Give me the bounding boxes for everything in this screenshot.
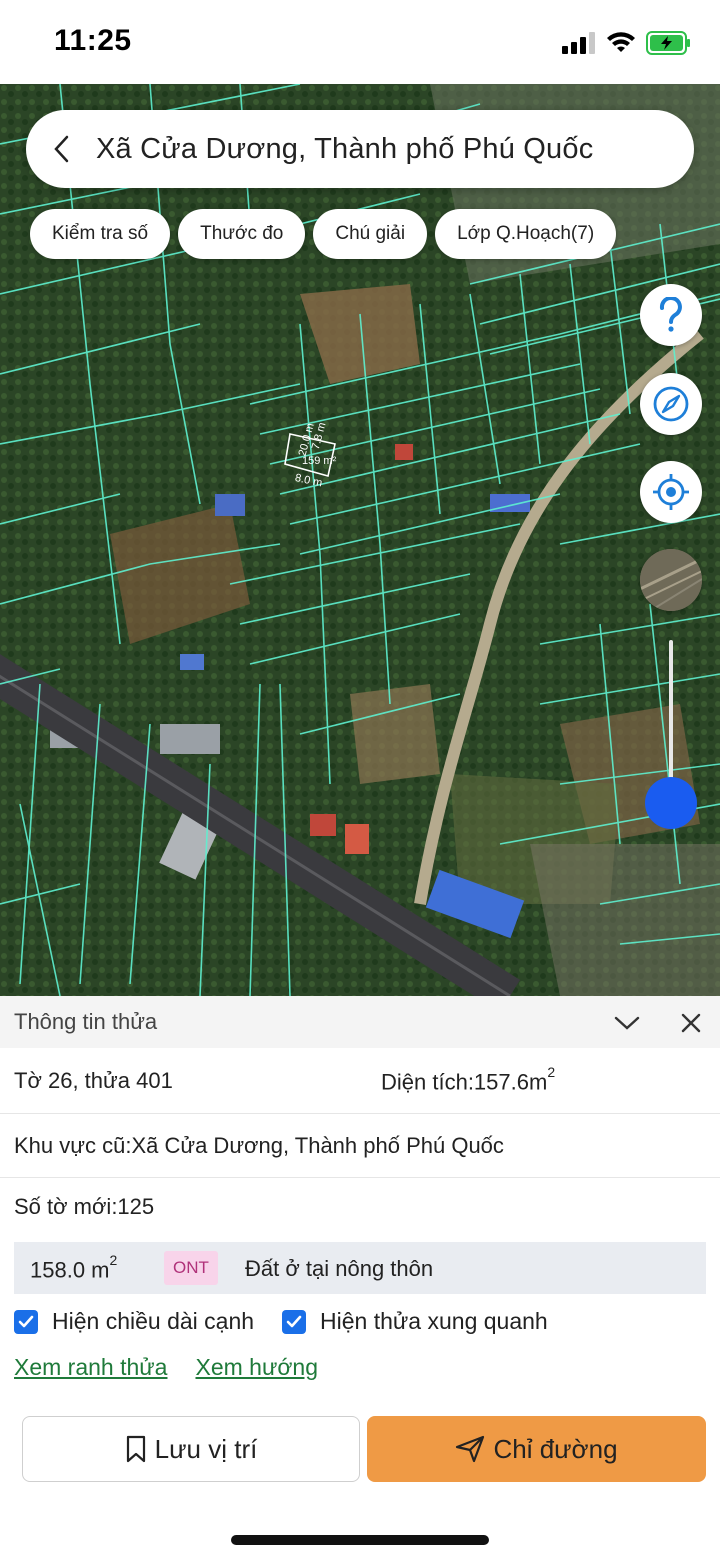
show-neighbors-label[interactable]: Hiện thửa xung quanh	[320, 1308, 548, 1335]
wifi-icon	[607, 32, 635, 52]
chip-measure[interactable]: Thước đo	[178, 209, 306, 259]
chip-planning-layer[interactable]: Lớp Q.Hoạch(7)	[435, 209, 617, 259]
display-options: Hiện chiều dài cạnh Hiện thửa xung quanh	[14, 1308, 576, 1335]
satellite-layer-icon	[640, 549, 702, 611]
area-unit-sup: 2	[547, 1064, 556, 1080]
panel-header: Thông tin thửa	[0, 996, 720, 1048]
view-direction-link[interactable]: Xem hướng	[195, 1354, 318, 1381]
directions-button[interactable]: Chỉ đường	[367, 1416, 706, 1482]
bookmark-icon	[126, 1435, 145, 1463]
show-neighbors-option[interactable]: Hiện thửa xung quanh	[282, 1308, 548, 1335]
signal-icon	[562, 32, 595, 54]
locate-button[interactable]	[640, 461, 702, 523]
new-sheet-row: Số tờ mới:125	[0, 1178, 720, 1236]
home-indicator[interactable]	[231, 1535, 489, 1545]
checkbox-checked-icon[interactable]	[282, 1309, 307, 1334]
parcel-row: Tờ 26, thửa 401 Diện tích:157.6m2	[0, 1048, 720, 1114]
land-use-type: Đất ở tại nông thôn	[245, 1256, 434, 1281]
help-icon	[659, 297, 682, 332]
search-bar[interactable]: Xã Cửa Dương, Thành phố Phú Quốc	[26, 110, 694, 188]
zoom-slider-handle[interactable]	[645, 777, 697, 829]
directions-label: Chỉ đường	[493, 1433, 618, 1464]
back-icon[interactable]	[26, 110, 96, 188]
layer-thumbnail[interactable]	[640, 549, 702, 611]
show-edge-length-option[interactable]: Hiện chiều dài cạnh	[14, 1308, 254, 1335]
parcel-info-panel: Thông tin thửa Tờ 26, thửa 401 Diện tích…	[0, 996, 720, 1558]
locate-icon	[653, 474, 689, 510]
chip-check-number[interactable]: Kiểm tra số	[30, 209, 171, 259]
chevron-down-icon[interactable]	[612, 1008, 642, 1038]
send-icon	[456, 1435, 485, 1463]
parcel-label-area: 159 m²	[302, 455, 337, 467]
status-bar: 11:25	[0, 0, 720, 84]
old-area-row: Khu vực cũ:Xã Cửa Dương, Thành phố Phú Q…	[0, 1114, 720, 1178]
compass-icon	[653, 386, 689, 422]
land-area-sup: 2	[109, 1252, 118, 1268]
chip-legend[interactable]: Chú giải	[313, 209, 428, 259]
view-boundary-link[interactable]: Xem ranh thửa	[14, 1354, 167, 1381]
land-use-row: 158.0 m2 ONT Đất ở tại nông thôn	[14, 1242, 706, 1294]
checkbox-checked-icon[interactable]	[14, 1309, 38, 1334]
land-use-code-badge: ONT	[164, 1251, 218, 1285]
chip-bar: Kiểm tra số Thước đo Chú giải Lớp Q.Hoạc…	[30, 209, 617, 259]
sheet-parcel-number: Tờ 26, thửa 401	[14, 1068, 173, 1093]
status-icons	[562, 28, 692, 58]
status-time: 11:25	[54, 24, 132, 57]
panel-title: Thông tin thửa	[14, 1009, 158, 1034]
show-edge-length-label[interactable]: Hiện chiều dài cạnh	[52, 1308, 254, 1335]
area-label: Diện tích:157.6m	[381, 1069, 548, 1095]
land-use-area: 158.0 m2	[30, 1252, 117, 1283]
parcel-links: Xem ranh thửa Xem hướng	[14, 1354, 318, 1381]
save-location-button[interactable]: Lưu vị trí	[22, 1416, 360, 1482]
save-location-label: Lưu vị trí	[154, 1433, 258, 1464]
battery-charging-icon	[646, 31, 690, 55]
compass-button[interactable]	[640, 373, 702, 435]
parcel-area: Diện tích:157.6m2	[381, 1064, 555, 1095]
old-area-text: Khu vực cũ:Xã Cửa Dương, Thành phố Phú Q…	[14, 1133, 504, 1158]
help-button[interactable]	[640, 284, 702, 346]
land-area-value: 158.0 m	[30, 1257, 110, 1283]
close-icon[interactable]	[676, 1008, 706, 1038]
new-sheet-text: Số tờ mới:125	[14, 1194, 155, 1219]
location-title[interactable]: Xã Cửa Dương, Thành phố Phú Quốc	[96, 133, 593, 166]
